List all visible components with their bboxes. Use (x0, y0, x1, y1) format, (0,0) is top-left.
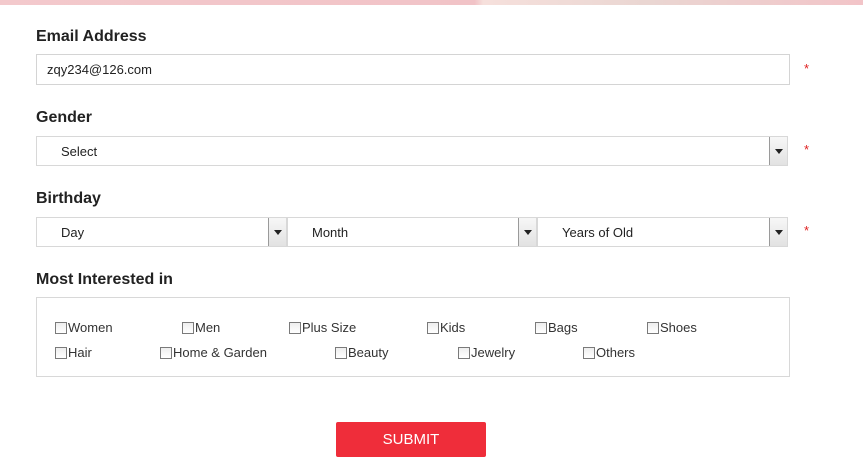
gender-label: Gender (36, 109, 93, 126)
email-label: Email Address (36, 28, 147, 45)
chevron-down-icon[interactable] (268, 218, 286, 246)
interest-checkbox-kids[interactable]: Kids (427, 320, 465, 335)
interest-checkbox-beauty[interactable]: Beauty (335, 345, 388, 360)
email-field[interactable] (36, 54, 790, 85)
interest-label: Bags (548, 320, 578, 335)
gender-select-value: Select (61, 144, 98, 159)
birthday-month-select[interactable]: Month (287, 217, 537, 247)
interests-label: Most Interested in (36, 271, 173, 288)
checkbox-icon[interactable] (289, 321, 301, 334)
interest-checkbox-others[interactable]: Others (583, 345, 635, 360)
checkbox-icon[interactable] (647, 321, 659, 334)
interest-checkbox-men[interactable]: Men (182, 320, 220, 335)
years-select-value: Years of Old (562, 225, 634, 240)
chevron-down-icon[interactable] (769, 137, 787, 165)
submit-button[interactable]: SUBMIT (336, 422, 486, 457)
gender-required-mark: * (804, 142, 810, 157)
interest-checkbox-bags[interactable]: Bags (535, 320, 578, 335)
interest-label: Plus Size (302, 320, 357, 335)
interest-checkbox-hair[interactable]: Hair (55, 345, 92, 360)
chevron-down-icon[interactable] (518, 218, 536, 246)
interest-label: Men (195, 320, 221, 335)
checkbox-icon[interactable] (160, 346, 172, 359)
gender-select[interactable]: Select (36, 136, 788, 166)
month-select-value: Month (312, 225, 349, 240)
interest-label: Beauty (348, 345, 389, 360)
checkbox-icon[interactable] (583, 346, 595, 359)
checkbox-icon[interactable] (427, 321, 439, 334)
interest-label: Others (596, 345, 636, 360)
interest-label: Kids (440, 320, 466, 335)
checkbox-icon[interactable] (535, 321, 547, 334)
chevron-down-icon[interactable] (769, 218, 787, 246)
interest-checkbox-home-garden[interactable]: Home & Garden (160, 345, 267, 360)
birthday-label: Birthday (36, 190, 101, 207)
interest-checkbox-shoes[interactable]: Shoes (647, 320, 697, 335)
birthday-required-mark: * (804, 223, 810, 238)
birthday-day-select[interactable]: Day (36, 217, 287, 247)
interest-checkbox-women[interactable]: Women (55, 320, 113, 335)
birthday-years-select[interactable]: Years of Old (537, 217, 788, 247)
interest-label: Home & Garden (173, 345, 267, 360)
checkbox-icon[interactable] (182, 321, 194, 334)
checkbox-icon[interactable] (458, 346, 470, 359)
interest-checkbox-jewelry[interactable]: Jewelry (458, 345, 515, 360)
checkbox-icon[interactable] (335, 346, 347, 359)
top-banner-image (0, 0, 863, 5)
interest-label: Jewelry (471, 345, 516, 360)
interest-label: Shoes (660, 320, 697, 335)
interest-label: Hair (68, 345, 92, 360)
checkbox-icon[interactable] (55, 346, 67, 359)
interests-group: Women Men Plus Size Kids Bags Shoes Hair… (36, 297, 790, 377)
interest-checkbox-plus-size[interactable]: Plus Size (289, 320, 356, 335)
checkbox-icon[interactable] (55, 321, 67, 334)
email-required-mark: * (804, 61, 810, 76)
day-select-value: Day (61, 225, 85, 240)
interest-label: Women (68, 320, 113, 335)
